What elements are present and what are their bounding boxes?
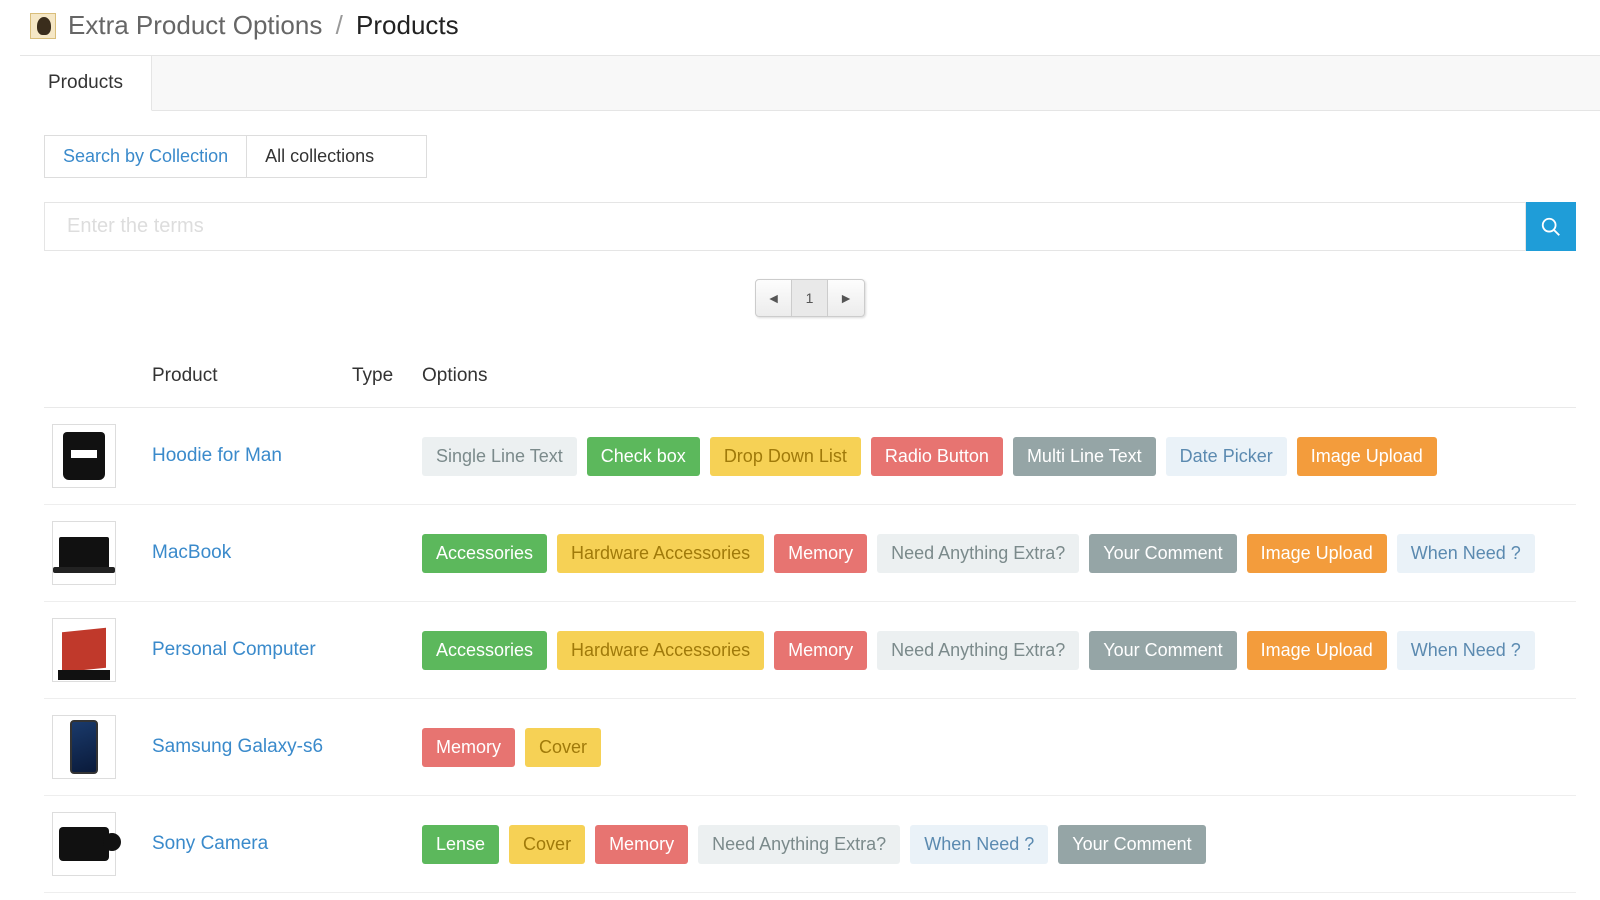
option-badge[interactable]: Check box bbox=[587, 437, 700, 476]
app-logo-icon bbox=[30, 13, 56, 39]
product-thumbnail bbox=[52, 424, 116, 488]
product-link[interactable]: Hoodie for Man bbox=[152, 445, 282, 466]
option-badge[interactable]: When Need ? bbox=[910, 825, 1048, 864]
column-header-product: Product bbox=[144, 357, 344, 408]
option-badge[interactable]: Need Anything Extra? bbox=[877, 534, 1079, 573]
breadcrumb-root[interactable]: Extra Product Options bbox=[68, 10, 322, 40]
hoodie-icon bbox=[63, 432, 105, 480]
breadcrumb-header: Extra Product Options / Products bbox=[20, 0, 1600, 55]
search-button[interactable] bbox=[1526, 202, 1576, 251]
product-link[interactable]: Personal Computer bbox=[152, 639, 316, 660]
option-badge[interactable]: When Need ? bbox=[1397, 631, 1535, 670]
option-badge[interactable]: Cover bbox=[525, 728, 601, 767]
option-badge[interactable]: Need Anything Extra? bbox=[698, 825, 900, 864]
option-badge[interactable]: Memory bbox=[422, 728, 515, 767]
pager: ◄ 1 ► bbox=[44, 279, 1576, 317]
option-badge[interactable]: Accessories bbox=[422, 534, 547, 573]
breadcrumb-current: Products bbox=[356, 10, 459, 40]
phone-icon bbox=[70, 720, 98, 774]
option-badge[interactable]: Hardware Accessories bbox=[557, 534, 764, 573]
column-header-type: Type bbox=[344, 357, 414, 408]
product-type-cell bbox=[344, 505, 414, 602]
option-badge[interactable]: When Need ? bbox=[1397, 534, 1535, 573]
option-badges: Memory Cover bbox=[422, 728, 1568, 767]
option-badge[interactable]: Image Upload bbox=[1297, 437, 1437, 476]
search-by-collection-button[interactable]: Search by Collection bbox=[44, 135, 247, 178]
column-header-options: Options bbox=[414, 357, 1576, 408]
search-row bbox=[44, 202, 1576, 251]
option-badge[interactable]: Lense bbox=[422, 825, 499, 864]
breadcrumb: Extra Product Options / Products bbox=[68, 10, 459, 41]
option-badge[interactable]: Image Upload bbox=[1247, 631, 1387, 670]
option-badges: Single Line Text Check box Drop Down List R… bbox=[422, 437, 1568, 476]
camera-icon bbox=[59, 827, 109, 861]
table-row: Personal Computer Accessories Hardware Acc… bbox=[44, 602, 1576, 699]
table-row: Samsung Galaxy-s6 Memory Cover bbox=[44, 699, 1576, 796]
option-badge[interactable]: Drop Down List bbox=[710, 437, 861, 476]
product-link[interactable]: Sony Camera bbox=[152, 833, 268, 854]
option-badge[interactable]: Memory bbox=[595, 825, 688, 864]
tab-products[interactable]: Products bbox=[20, 56, 152, 111]
option-badge[interactable]: Accessories bbox=[422, 631, 547, 670]
pc-icon bbox=[62, 628, 106, 673]
option-badge[interactable]: Single Line Text bbox=[422, 437, 577, 476]
product-type-cell bbox=[344, 796, 414, 893]
option-badge[interactable]: Memory bbox=[774, 534, 867, 573]
collection-filter-row: Search by Collection All collections bbox=[44, 135, 1576, 178]
product-link[interactable]: MacBook bbox=[152, 542, 231, 563]
option-badge[interactable]: Image Upload bbox=[1247, 534, 1387, 573]
pager-prev-button[interactable]: ◄ bbox=[756, 280, 792, 316]
option-badge[interactable]: Your Comment bbox=[1089, 534, 1236, 573]
table-row: Sony Camera Lense Cover Memory Need Anything… bbox=[44, 796, 1576, 893]
product-type-cell bbox=[344, 408, 414, 505]
option-badge[interactable]: Memory bbox=[774, 631, 867, 670]
option-badge[interactable]: Cover bbox=[509, 825, 585, 864]
product-thumbnail bbox=[52, 618, 116, 682]
option-badge[interactable]: Date Picker bbox=[1166, 437, 1287, 476]
option-badge[interactable]: Hardware Accessories bbox=[557, 631, 764, 670]
product-thumbnail bbox=[52, 521, 116, 585]
option-badge[interactable]: Need Anything Extra? bbox=[877, 631, 1079, 670]
product-thumbnail bbox=[52, 715, 116, 779]
column-header-image bbox=[44, 357, 144, 408]
option-badge[interactable]: Your Comment bbox=[1089, 631, 1236, 670]
product-type-cell bbox=[344, 602, 414, 699]
option-badge[interactable]: Radio Button bbox=[871, 437, 1003, 476]
table-row: Hoodie for Man Single Line Text Check box D… bbox=[44, 408, 1576, 505]
option-badge[interactable]: Multi Line Text bbox=[1013, 437, 1156, 476]
breadcrumb-separator: / bbox=[336, 10, 343, 40]
search-icon bbox=[1540, 216, 1562, 238]
search-input[interactable] bbox=[44, 202, 1526, 251]
products-table: Product Type Options Hoodie for Man Singl… bbox=[44, 357, 1576, 893]
option-badges: Accessories Hardware Accessories Memory Nee… bbox=[422, 631, 1568, 670]
option-badges: Accessories Hardware Accessories Memory Nee… bbox=[422, 534, 1568, 573]
option-badge[interactable]: Your Comment bbox=[1058, 825, 1205, 864]
collection-select[interactable]: All collections bbox=[247, 135, 427, 178]
option-badges: Lense Cover Memory Need Anything Extra? When… bbox=[422, 825, 1568, 864]
pager-page-number: 1 bbox=[792, 280, 828, 316]
laptop-icon bbox=[59, 537, 109, 569]
product-thumbnail bbox=[52, 812, 116, 876]
product-type-cell bbox=[344, 699, 414, 796]
tabs-bar: Products bbox=[20, 55, 1600, 111]
table-row: MacBook Accessories Hardware Accessories Me… bbox=[44, 505, 1576, 602]
pager-next-button[interactable]: ► bbox=[828, 280, 864, 316]
product-link[interactable]: Samsung Galaxy-s6 bbox=[152, 736, 323, 757]
